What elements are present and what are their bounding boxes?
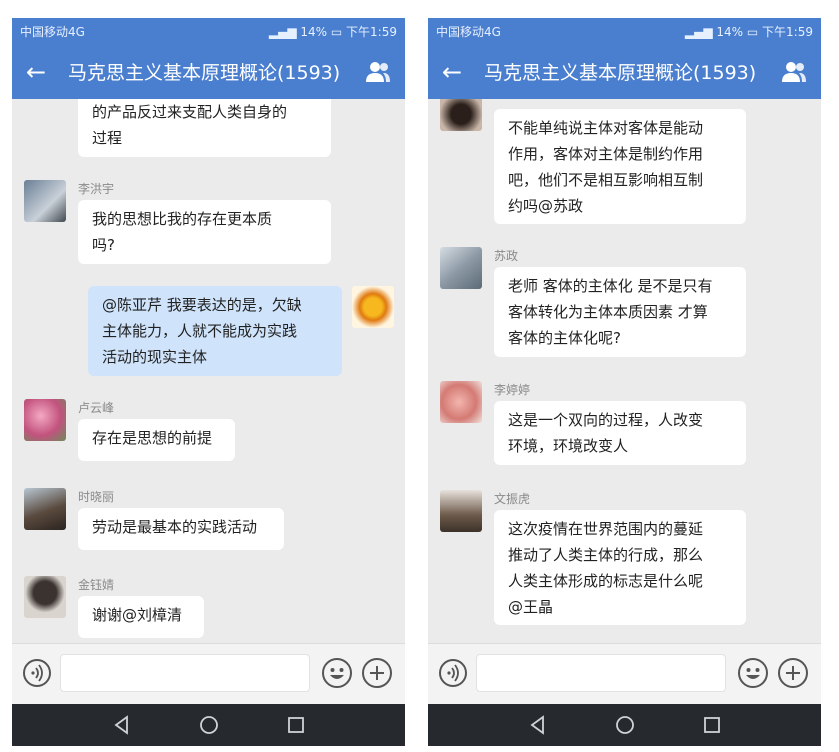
message-bubble: 存在是思想的前提	[78, 419, 235, 461]
status-bar: 中国移动4G ▂▄▆ 14% ▭ 下午1:59	[12, 18, 405, 46]
message-bubble: 的产品反过来支配人类自身的 过程	[78, 99, 331, 157]
group-members-icon[interactable]	[781, 61, 807, 83]
message-list[interactable]: 不能单纯说主体对客体是能动 作用，客体对主体是制约作用 吧，他们不是相互影响相互…	[428, 99, 821, 643]
message-input[interactable]	[60, 654, 310, 692]
avatar[interactable]	[24, 488, 66, 530]
nav-home-icon[interactable]	[613, 713, 637, 737]
my-avatar[interactable]	[352, 286, 394, 328]
group-title: 马克思主义基本原理概论(1593)	[68, 62, 341, 84]
nav-recents-icon[interactable]	[700, 713, 724, 737]
group-title: 马克思主义基本原理概论(1593)	[484, 62, 757, 84]
sender-name: 金钰婧	[78, 578, 115, 592]
input-bar	[428, 643, 821, 704]
back-arrow-icon[interactable]: ←	[442, 58, 462, 86]
system-nav-bar	[12, 704, 405, 746]
message-bubble: 劳动是最基本的实践活动	[78, 508, 284, 550]
my-message-bubble: @陈亚芹 我要表达的是，欠缺 主体能力，人就不能成为实践 活动的现实主体	[88, 286, 342, 376]
plus-icon[interactable]	[777, 657, 809, 689]
clock: 下午1:59	[762, 25, 813, 39]
voice-icon[interactable]	[22, 658, 52, 688]
nav-back-icon[interactable]	[526, 713, 550, 737]
avatar[interactable]	[440, 381, 482, 423]
message-bubble: 老师 客体的主体化 是不是只有 客体转化为主体本质因素 才算 客体的主体化呢?	[494, 267, 746, 357]
signal-icon: ▂▄▆	[684, 25, 713, 39]
chat-screen-left: 中国移动4G ▂▄▆ 14% ▭ 下午1:59 ← 马克思主义基本原理概论(15…	[12, 18, 405, 746]
emoji-icon[interactable]	[321, 657, 353, 689]
status-bar: 中国移动4G ▂▄▆ 14% ▭ 下午1:59	[428, 18, 821, 46]
carrier-label: 中国移动4G	[436, 25, 501, 39]
message-bubble: 谢谢@刘樟清	[78, 596, 204, 638]
message-bubble: 不能单纯说主体对客体是能动 作用，客体对主体是制约作用 吧，他们不是相互影响相互…	[494, 109, 746, 224]
nav-recents-icon[interactable]	[284, 713, 308, 737]
message-list[interactable]: 的产品反过来支配人类自身的 过程 李洪宇 我的思想比我的存在更本质 吗? @陈亚…	[12, 99, 405, 643]
input-bar	[12, 643, 405, 704]
sender-name: 李婷婷	[494, 383, 531, 397]
carrier-label: 中国移动4G	[20, 25, 85, 39]
avatar[interactable]	[440, 99, 482, 131]
message-bubble: 这是一个双向的过程，人改变 环境，环境改变人	[494, 401, 746, 465]
message-input[interactable]	[476, 654, 726, 692]
nav-home-icon[interactable]	[197, 713, 221, 737]
avatar[interactable]	[440, 247, 482, 289]
battery-icon: ▭	[746, 25, 759, 39]
avatar[interactable]	[24, 399, 66, 441]
avatar[interactable]	[440, 490, 482, 532]
back-arrow-icon[interactable]: ←	[26, 58, 46, 86]
battery-icon: ▭	[330, 25, 343, 39]
sender-name: 苏政	[494, 249, 519, 263]
sender-name: 时晓丽	[78, 490, 115, 504]
group-members-icon[interactable]	[365, 61, 391, 83]
chat-header: ← 马克思主义基本原理概论(1593)	[428, 46, 821, 99]
message-bubble: 我的思想比我的存在更本质 吗?	[78, 200, 331, 264]
message-bubble: 这次疫情在世界范围内的蔓延 推动了人类主体的行成，那么 人类主体形成的标志是什么…	[494, 510, 746, 625]
avatar[interactable]	[24, 576, 66, 618]
sender-name: 卢云峰	[78, 401, 115, 415]
chat-screen-right: 中国移动4G ▂▄▆ 14% ▭ 下午1:59 ← 马克思主义基本原理概论(15…	[428, 18, 821, 746]
nav-back-icon[interactable]	[110, 713, 134, 737]
clock: 下午1:59	[346, 25, 397, 39]
plus-icon[interactable]	[361, 657, 393, 689]
battery-percent: 14%	[716, 25, 744, 39]
avatar[interactable]	[24, 180, 66, 222]
emoji-icon[interactable]	[737, 657, 769, 689]
signal-icon: ▂▄▆	[268, 25, 297, 39]
battery-percent: 14%	[300, 25, 328, 39]
sender-name: 文振虎	[494, 492, 531, 506]
chat-header: ← 马克思主义基本原理概论(1593)	[12, 46, 405, 99]
system-nav-bar	[428, 704, 821, 746]
sender-name: 李洪宇	[78, 182, 115, 196]
voice-icon[interactable]	[438, 658, 468, 688]
